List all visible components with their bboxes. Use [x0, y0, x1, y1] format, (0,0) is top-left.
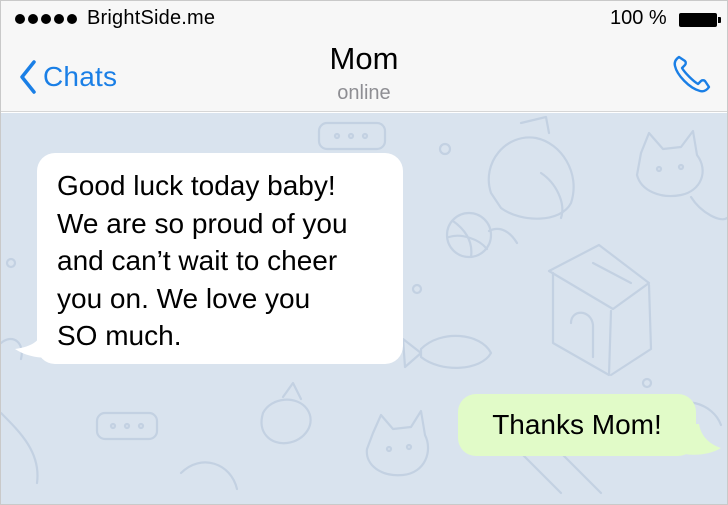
contact-status: online	[337, 82, 391, 104]
message-line: Good luck today baby!	[57, 170, 336, 201]
call-button[interactable]	[669, 51, 715, 97]
incoming-message-bubble[interactable]: Good luck today baby! We are so proud of…	[37, 153, 403, 364]
message-line: SO much.	[57, 320, 182, 351]
message-line: and can’t wait to cheer	[57, 245, 338, 276]
message-line: We are so proud of you	[57, 207, 348, 239]
contact-name: Mom	[329, 41, 399, 76]
status-bar: BrightSide.me 100 %	[1, 1, 727, 37]
chat-area[interactable]: Good luck today baby! We are so proud of…	[1, 113, 727, 504]
signal-strength-icon	[15, 14, 77, 24]
outgoing-message-bubble[interactable]: Thanks Mom!	[458, 394, 696, 456]
phone-icon	[673, 55, 711, 93]
navigation-bar: Chats Mom online	[1, 37, 727, 112]
phone-screen: BrightSide.me 100 % Chats Mom online Goo…	[0, 0, 728, 505]
incoming-message-text: Good luck today baby! We are so proud of…	[57, 167, 383, 355]
battery-percentage: 100 %	[610, 7, 667, 29]
outgoing-message-text: Thanks Mom!	[492, 409, 662, 440]
carrier-name: BrightSide.me	[87, 7, 216, 29]
battery-icon	[679, 13, 721, 27]
message-line: you on. We love you	[57, 282, 311, 314]
